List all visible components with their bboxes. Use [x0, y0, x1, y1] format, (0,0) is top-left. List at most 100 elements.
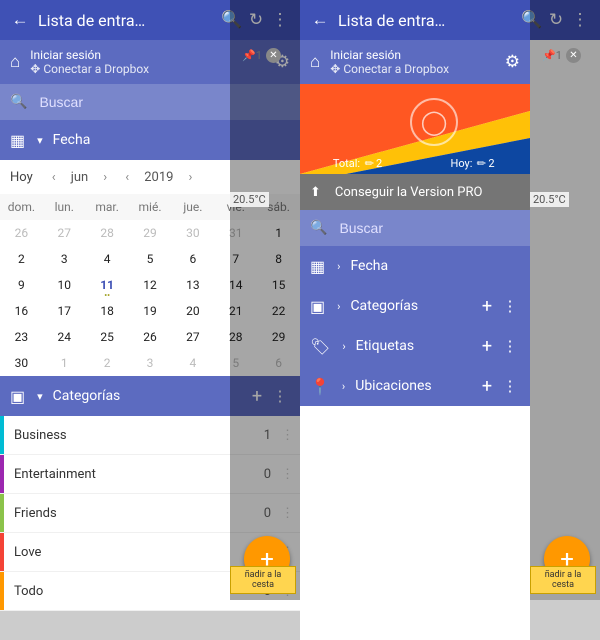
stat-today: Hoy: ✎2 [415, 157, 530, 170]
cart-snippet[interactable]: ñadir a la cesta [530, 566, 596, 594]
cart-snippet[interactable]: ñadir a la cesta [230, 566, 296, 594]
calendar-day[interactable]: 26 [129, 324, 172, 350]
back-icon[interactable]: ← [8, 10, 32, 30]
calendar-day[interactable]: 4 [86, 246, 129, 272]
calendar-day[interactable]: 23 [0, 324, 43, 350]
year-label: 2019 [138, 170, 179, 185]
add-button[interactable]: + [474, 296, 500, 317]
pin-count: 📌 1 ✕ [542, 48, 581, 63]
calendar-day[interactable]: 30 [0, 350, 43, 376]
calendar-day[interactable]: 11 [86, 272, 129, 298]
page-title: Lista de entra… [332, 11, 520, 30]
chevron-down-icon: ▾ [37, 390, 43, 403]
calendar-day[interactable]: 6 [171, 246, 214, 272]
calendar-icon: ▦ [310, 257, 325, 276]
category-name: Friends [14, 506, 264, 521]
dayname: lun. [43, 194, 86, 220]
category-name: Love [14, 545, 264, 560]
background-dimmer: 📌 1 ✕ 20.5°C [230, 0, 300, 600]
calendar-day[interactable]: 17 [43, 298, 86, 324]
month-label: jun [65, 170, 94, 185]
chevron-right-icon: › [337, 300, 340, 313]
add-button[interactable]: + [474, 376, 500, 397]
calendar-day[interactable]: 13 [171, 272, 214, 298]
chevron-down-icon: ▾ [37, 134, 43, 147]
back-icon[interactable]: ← [308, 10, 332, 30]
section-categorias[interactable]: ▣ › Categorías + ⋮ [300, 286, 530, 326]
year-prev-icon[interactable]: ‹ [116, 170, 138, 185]
temperature-badge: 20.5°C [230, 192, 269, 207]
calendar-day[interactable]: 28 [86, 220, 129, 246]
upgrade-pro[interactable]: ⬆ Conseguir la Version PRO [300, 174, 530, 210]
chevron-right-icon: › [342, 340, 345, 353]
calendar-day[interactable]: 19 [129, 298, 172, 324]
calendar-icon: ▦ [10, 131, 25, 150]
month-prev-icon[interactable]: ‹ [43, 170, 65, 185]
calendar-day[interactable]: 27 [171, 324, 214, 350]
pro-label: Conseguir la Version PRO [335, 185, 483, 200]
hero-panel: ◯ Total: ✎2 Hoy: ✎2 [300, 84, 530, 174]
calendar-day[interactable]: 25 [86, 324, 129, 350]
calendar-day[interactable]: 3 [129, 350, 172, 376]
category-color [0, 494, 4, 532]
category-color [0, 533, 4, 571]
today-button[interactable]: Hoy [0, 170, 43, 185]
magnify-icon: 🔍 [310, 220, 327, 236]
section-etiquetas[interactable]: 🏷 › Etiquetas + ⋮ [300, 326, 530, 366]
dayname: mié. [129, 194, 172, 220]
folder-icon: ▣ [10, 387, 25, 406]
calendar-day[interactable]: 3 [43, 246, 86, 272]
menu-icon[interactable]: ⋮ [500, 337, 520, 355]
dayname: mar. [86, 194, 129, 220]
categorias-label: Categorías [53, 388, 244, 404]
folder-icon: ▣ [310, 297, 325, 316]
year-next-icon[interactable]: › [179, 170, 201, 185]
chevron-right-icon: › [342, 380, 345, 393]
search-bar[interactable]: 🔍 [300, 210, 530, 246]
magnify-icon: 🔍 [10, 94, 27, 110]
account-banner[interactable]: ⌂ Iniciar sesión ✥ Conectar a Dropbox ⚙ [300, 40, 530, 84]
calendar-day[interactable]: 30 [171, 220, 214, 246]
calendar-day[interactable]: 9 [0, 272, 43, 298]
menu-icon[interactable]: ⋮ [500, 297, 520, 315]
chevron-right-icon: › [337, 260, 340, 273]
calendar-day[interactable]: 12 [129, 272, 172, 298]
home-icon: ⌂ [10, 52, 20, 72]
page-title: Lista de entra… [32, 11, 220, 30]
category-color [0, 455, 4, 493]
add-button[interactable]: + [474, 336, 500, 357]
calendar-day[interactable]: 29 [129, 220, 172, 246]
tag-icon: 🏷 [310, 337, 330, 356]
calendar-day[interactable]: 24 [43, 324, 86, 350]
calendar-day[interactable]: 20 [171, 298, 214, 324]
dropbox-label: Conectar a Dropbox [43, 62, 149, 76]
calendar-day[interactable]: 27 [43, 220, 86, 246]
menu-icon[interactable]: ⋮ [500, 377, 520, 395]
calendar-day[interactable]: 5 [129, 246, 172, 272]
calendar-day[interactable]: 1 [43, 350, 86, 376]
category-color [0, 572, 4, 610]
calendar-day[interactable]: 16 [0, 298, 43, 324]
calendar-day[interactable]: 10 [43, 272, 86, 298]
dayname: jue. [171, 194, 214, 220]
login-label: Iniciar sesión [330, 48, 401, 62]
background-dimmer: 📌 1 ✕ 20.5°C [530, 0, 600, 600]
section-ubicaciones[interactable]: 📍 › Ubicaciones + ⋮ [300, 366, 530, 406]
temperature-badge: 20.5°C [530, 192, 569, 207]
calendar-day[interactable]: 2 [86, 350, 129, 376]
calendar-day[interactable]: 4 [171, 350, 214, 376]
avatar-icon[interactable]: ◯ [410, 98, 458, 146]
gear-icon[interactable]: ⚙ [505, 52, 520, 72]
calendar-day[interactable]: 2 [0, 246, 43, 272]
pin-icon: 📍 [310, 377, 330, 396]
dayname: dom. [0, 194, 43, 220]
calendar-day[interactable]: 26 [0, 220, 43, 246]
section-fecha[interactable]: ▦ › Fecha [300, 246, 530, 286]
category-name: Entertainment [14, 467, 264, 482]
upgrade-icon: ⬆ [310, 185, 321, 200]
stat-total: Total: ✎2 [300, 157, 415, 170]
calendar-day[interactable]: 18 [86, 298, 129, 324]
month-next-icon[interactable]: › [94, 170, 116, 185]
category-name: Business [14, 428, 264, 443]
search-input[interactable] [337, 219, 522, 237]
